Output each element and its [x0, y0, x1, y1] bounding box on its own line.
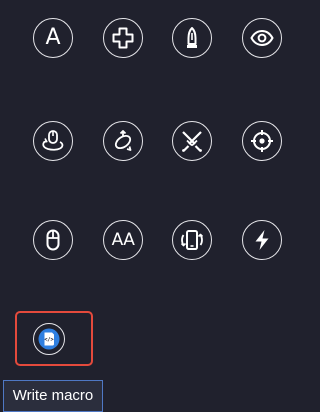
mouse-rotate-icon — [42, 130, 64, 151]
dpad-icon — [112, 27, 134, 49]
letter-a-button[interactable]: A — [33, 18, 73, 58]
code-glyph: </> — [44, 337, 53, 343]
crosshair-button[interactable] — [242, 121, 282, 161]
write-macro-tooltip: Write macro — [3, 380, 103, 412]
letter-a-icon: A — [45, 25, 61, 50]
mouse-rotate-button[interactable] — [33, 121, 73, 161]
lightning-icon — [255, 230, 269, 250]
eye-icon — [250, 29, 274, 47]
mouse-button[interactable] — [33, 220, 73, 260]
write-macro-button[interactable]: </> — [33, 323, 65, 355]
bullet-button[interactable] — [172, 18, 212, 58]
rotate-arrows-icon — [114, 130, 132, 151]
dpad-button[interactable] — [103, 18, 143, 58]
lightning-button[interactable] — [242, 220, 282, 260]
mouse-icon — [46, 229, 60, 251]
code-script-icon: </> — [38, 328, 60, 350]
crossed-swords-icon — [182, 131, 202, 152]
bullet-icon — [187, 27, 197, 48]
rotate-button[interactable] — [103, 121, 143, 161]
eye-button[interactable] — [242, 18, 282, 58]
swords-button[interactable] — [172, 121, 212, 161]
double-letter-a-icon: AA — [111, 229, 135, 250]
double-letter-a-button[interactable]: AA — [103, 220, 143, 260]
crosshair-icon — [251, 130, 273, 152]
phone-rotate-icon — [180, 230, 204, 250]
phone-rotate-button[interactable] — [172, 220, 212, 260]
